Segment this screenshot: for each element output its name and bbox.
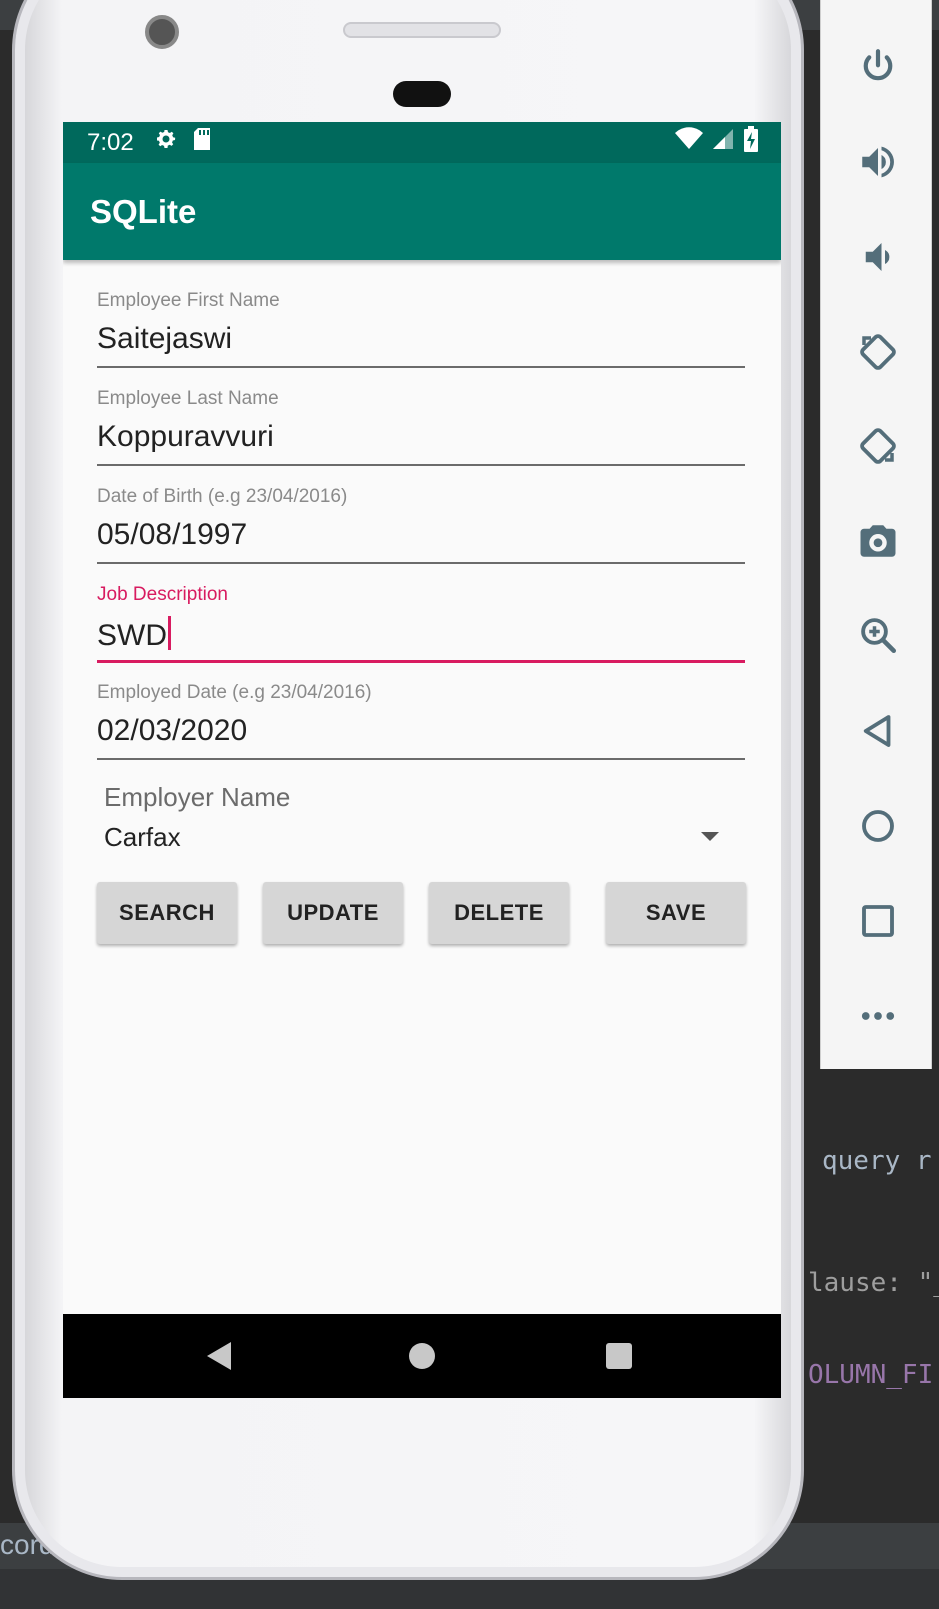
app-bar: SQLite	[63, 163, 781, 260]
front-camera	[145, 15, 179, 49]
nav-recents-icon[interactable]	[606, 1343, 632, 1369]
last-name-input[interactable]: Koppuravvuri	[97, 420, 274, 454]
volume-down-icon[interactable]	[857, 236, 899, 278]
nav-home-icon[interactable]	[409, 1343, 435, 1369]
volume-up-icon[interactable]	[857, 141, 899, 183]
phone-frame: 7:02 SQLite Employee First Name Saitejas…	[12, 0, 804, 1580]
more-icon[interactable]	[857, 995, 899, 1037]
rotate-left-icon[interactable]	[857, 331, 899, 373]
text-cursor	[168, 616, 171, 650]
first-name-input[interactable]: Saitejaswi	[97, 322, 232, 356]
rotate-right-icon[interactable]	[857, 425, 899, 467]
emulator-toolbar	[820, 0, 932, 1069]
ide-code-fragment: OLUMN_FI	[808, 1360, 934, 1390]
home-icon[interactable]	[857, 805, 899, 847]
android-nav-bar	[63, 1314, 781, 1398]
employed-date-label: Employed Date (e.g 23/04/2016)	[97, 682, 372, 703]
save-button[interactable]: SAVE	[606, 882, 746, 944]
battery-charging-icon	[743, 126, 759, 159]
back-icon[interactable]	[857, 710, 899, 752]
settings-icon	[154, 127, 178, 158]
overview-icon[interactable]	[857, 900, 899, 942]
dob-label: Date of Birth (e.g 23/04/2016)	[97, 486, 348, 507]
wifi-icon	[675, 127, 703, 158]
first-name-field[interactable]: Employee First Name Saitejaswi	[97, 260, 747, 368]
status-icons	[675, 126, 781, 159]
employed-date-underline	[97, 758, 745, 760]
employed-date-field[interactable]: Employed Date (e.g 23/04/2016) 02/03/202…	[97, 652, 747, 760]
power-icon[interactable]	[857, 46, 899, 88]
employer-spinner[interactable]: Employer Name Carfax	[97, 764, 747, 884]
job-description-label: Job Description	[97, 584, 228, 605]
dob-field[interactable]: Date of Birth (e.g 23/04/2016) 05/08/199…	[97, 456, 747, 564]
app-title: SQLite	[90, 192, 197, 230]
update-button[interactable]: UPDATE	[263, 882, 403, 944]
employed-date-input[interactable]: 02/03/2020	[97, 714, 247, 748]
signal-icon	[711, 127, 735, 158]
job-description-field[interactable]: Job Description SWD	[97, 554, 747, 663]
first-name-label: Employee First Name	[97, 290, 280, 311]
employee-form: Employee First Name Saitejaswi Employee …	[63, 260, 781, 884]
employer-label: Employer Name	[104, 782, 291, 812]
zoom-icon[interactable]	[857, 614, 899, 656]
earpiece-speaker	[343, 22, 501, 38]
status-time: 7:02	[87, 128, 134, 156]
sd-card-icon	[192, 127, 212, 158]
delete-button[interactable]: DELETE	[429, 882, 569, 944]
dropdown-arrow-icon[interactable]	[701, 832, 719, 841]
device-screen: 7:02 SQLite Employee First Name Saitejas…	[63, 122, 781, 1398]
proximity-sensor	[393, 81, 451, 107]
nav-back-icon[interactable]	[207, 1342, 231, 1370]
search-button[interactable]: SEARCH	[97, 882, 237, 944]
ide-code-fragment: query r	[822, 1146, 932, 1176]
camera-icon[interactable]	[857, 520, 899, 562]
last-name-label: Employee Last Name	[97, 388, 279, 409]
ide-code-fragment: lause: "_i	[808, 1268, 939, 1298]
job-description-text: SWD	[97, 619, 167, 652]
employer-selected-value[interactable]: Carfax	[104, 822, 181, 853]
dob-input[interactable]: 05/08/1997	[97, 518, 247, 552]
last-name-field[interactable]: Employee Last Name Koppuravvuri	[97, 358, 747, 466]
status-bar: 7:02	[63, 122, 781, 163]
job-description-input[interactable]: SWD	[97, 616, 171, 653]
